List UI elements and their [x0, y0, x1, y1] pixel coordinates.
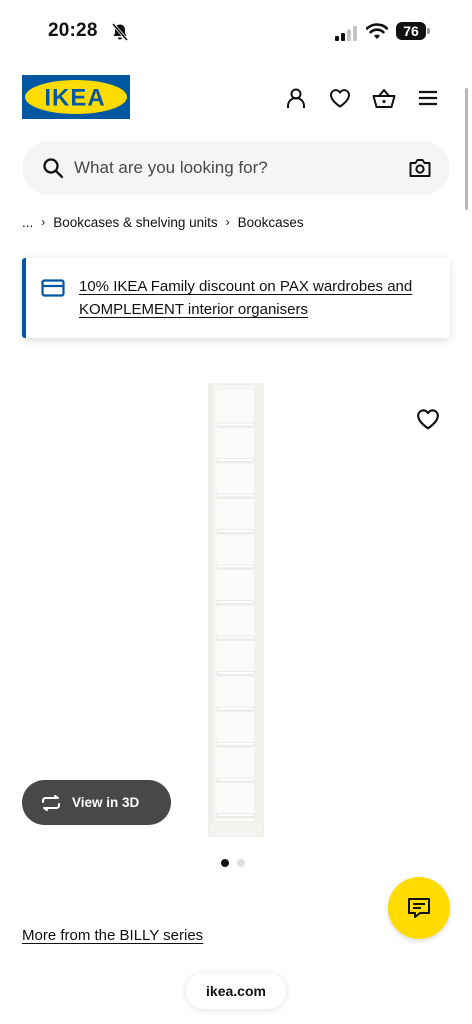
image-pagination: [221, 859, 245, 867]
browser-url-pill[interactable]: ikea.com: [186, 973, 286, 1009]
signal-icon: [335, 26, 357, 41]
menu-icon[interactable]: [415, 85, 441, 111]
card-icon: [41, 279, 65, 297]
status-time: 20:28: [48, 20, 98, 41]
billy-series-link[interactable]: More from the BILLY series: [22, 927, 203, 944]
chat-button[interactable]: [388, 877, 450, 939]
chevron-right-icon: ›: [225, 215, 230, 229]
site-header: IKEA: [0, 70, 472, 126]
search-input[interactable]: [74, 141, 394, 195]
user-icon[interactable]: [283, 85, 309, 111]
search-icon[interactable]: [42, 157, 64, 179]
battery-icon: 76: [396, 22, 430, 40]
breadcrumb-ellipsis[interactable]: ...: [22, 215, 33, 230]
promo-banner-link[interactable]: 10% IKEA Family discount on PAX wardrobe…: [79, 275, 443, 321]
ikea-logo[interactable]: IKEA: [22, 75, 130, 119]
status-bar: 20:28 76: [0, 0, 472, 60]
heart-icon[interactable]: [327, 85, 353, 111]
search-bar[interactable]: [22, 141, 450, 195]
breadcrumb-item-bookcases-shelving[interactable]: Bookcases & shelving units: [53, 215, 217, 230]
pagination-dot[interactable]: [237, 859, 245, 867]
scrollbar[interactable]: [465, 88, 468, 210]
bell-slash-icon: [111, 23, 129, 41]
battery-level: 76: [396, 22, 426, 40]
wifi-icon: [366, 23, 388, 39]
basket-icon[interactable]: [371, 85, 397, 111]
chevron-right-icon: ›: [41, 215, 46, 229]
rotate-3d-icon: [42, 794, 60, 811]
pagination-dot-active[interactable]: [221, 859, 229, 867]
promo-banner[interactable]: 10% IKEA Family discount on PAX wardrobe…: [22, 258, 450, 338]
breadcrumb: ... › Bookcases & shelving units › Bookc…: [22, 212, 304, 232]
camera-icon[interactable]: [408, 156, 432, 180]
chat-icon: [408, 898, 430, 918]
svg-text:IKEA: IKEA: [44, 85, 105, 112]
wishlist-heart-icon[interactable]: [416, 408, 440, 430]
view-in-3d-button[interactable]: View in 3D: [22, 780, 171, 825]
product-image[interactable]: [207, 383, 265, 838]
view-in-3d-label: View in 3D: [72, 795, 140, 810]
breadcrumb-item-bookcases[interactable]: Bookcases: [238, 215, 304, 230]
